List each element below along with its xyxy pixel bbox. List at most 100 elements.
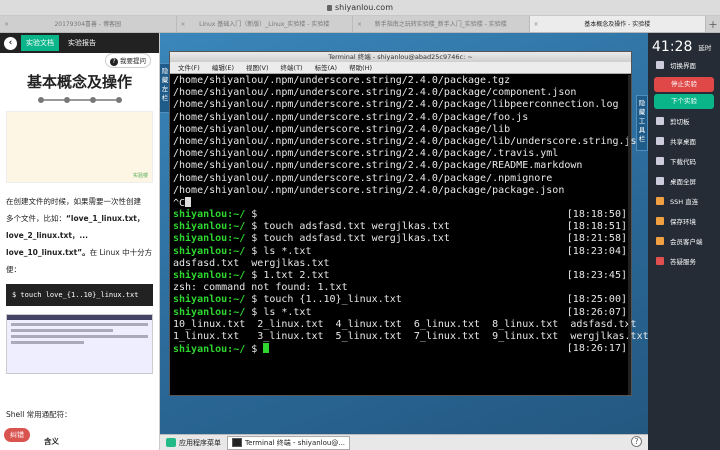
tab-report[interactable]: 实验报告 <box>63 35 101 51</box>
tool-item[interactable]: 保存环境 <box>648 211 720 231</box>
lock-icon <box>327 5 332 11</box>
url-text: shiyanlou.com <box>335 3 393 12</box>
close-icon[interactable]: × <box>357 16 362 32</box>
menu-view[interactable]: 视图(V) <box>246 62 269 73</box>
terminal-line: shiyanlou:~/ $ touch {1..10}_linux.txt [1… <box>173 294 627 306</box>
terminal-line: /home/shiyanlou/.npm/underscore.string/2… <box>173 87 577 99</box>
taskbar-terminal-button[interactable]: Terminal 终端 - shiyanlou@... <box>227 435 351 450</box>
close-icon[interactable]: × <box>534 16 539 32</box>
table-header: 含义 <box>44 437 59 446</box>
tool-icon <box>656 237 664 245</box>
menu-tabs[interactable]: 标签(A) <box>315 62 338 73</box>
tool-label: SSH 直连 <box>670 198 699 206</box>
terminal-line: ^C <box>173 196 631 209</box>
browser-tab-active[interactable]: × 基本概念及操作 - 实验楼 <box>529 16 706 32</box>
terminal-line: shiyanlou:~/ $ 1.txt 2.txt [18:23:45] <box>173 270 627 281</box>
tool-item[interactable]: 剪切板 <box>648 111 720 131</box>
prompt: shiyanlou:~/ <box>173 344 246 356</box>
terminal-title[interactable]: Terminal 终端 - shiyanlou@abad25c9746c: ~ <box>170 52 631 62</box>
menu-help[interactable]: 帮助(H) <box>349 62 372 73</box>
prompt: shiyanlou:~/ <box>173 294 246 306</box>
tool-label: 会员客户端 <box>670 238 703 246</box>
terminal-line: adsfasd.txt wergjlkas.txt <box>173 257 330 269</box>
terminal-output[interactable]: /home/shiyanlou/.npm/underscore.string/2… <box>173 75 648 395</box>
terminal-line: shiyanlou:~/ $ touch adsfasd.txt wergjlk… <box>173 221 627 233</box>
menu-terminal[interactable]: 终端(T) <box>281 62 303 73</box>
tool-label: 剪切板 <box>670 118 690 126</box>
tool-icon <box>656 157 664 165</box>
next-lab-button[interactable]: 下个实验 <box>654 94 714 109</box>
help-icon[interactable]: ? <box>631 436 642 447</box>
terminal-menu: 文件(F) 编辑(E) 视图(V) 终端(T) 标签(A) 帮助(H) <box>170 62 631 74</box>
ask-button[interactable]: ? 我要提问 <box>105 53 151 68</box>
terminal-line: 1_linux.txt 3_linux.txt 5_linux.txt 7_li… <box>173 330 648 342</box>
browser-tab[interactable]: × 20179304喜善 - 博客园 <box>0 16 177 32</box>
tool-label: 切换界面 <box>670 62 696 70</box>
hide-tools-toggle[interactable]: 隐藏工具栏 <box>636 95 648 151</box>
collapse-icon[interactable]: ‹ <box>4 36 17 50</box>
prompt: shiyanlou:~/ <box>173 270 246 281</box>
doc-nav: ‹ 实验文档 实验报告 <box>0 33 159 53</box>
command: touch adsfasd.txt wergjlkas.txt <box>263 233 450 245</box>
timestamp: [18:25:00] <box>566 294 627 306</box>
close-icon[interactable]: × <box>181 16 186 32</box>
address-bar[interactable]: shiyanlou.com <box>0 0 720 16</box>
timestamp: [18:26:07] <box>566 306 627 318</box>
report-error-button[interactable]: 纠错 <box>4 428 30 442</box>
prompt: shiyanlou:~/ <box>173 306 246 318</box>
prompt: shiyanlou:~/ <box>173 245 246 257</box>
tool-item[interactable]: 共享桌面 <box>648 131 720 151</box>
stop-lab-button[interactable]: 停止实验 <box>654 77 714 92</box>
apps-menu-button[interactable]: 应用程序菜单 <box>166 438 221 448</box>
section-heading: Shell 常用通配符： <box>6 410 72 419</box>
extend-time-button[interactable]: 延时 <box>698 42 711 52</box>
tool-icon <box>656 197 664 205</box>
terminal-line: shiyanlou:~/ $ [18:18:50] <box>173 209 627 221</box>
command: touch {1..10}_linux.txt <box>263 294 402 306</box>
tool-item[interactable]: 会员客户端 <box>648 231 720 251</box>
logo: 实验楼 <box>132 173 148 179</box>
lab-doc-panel: ‹ 实验文档 实验报告 ? 我要提问 基本概念及操作 实验楼 在创建文件的时候，如… <box>0 33 160 450</box>
terminal-line: /home/shiyanlou/.npm/underscore.string/2… <box>173 99 619 111</box>
apps-icon <box>166 438 176 447</box>
terminal-line: 10_linux.txt 2_linux.txt 4_linux.txt 6_l… <box>173 318 637 330</box>
terminal-line: zsh: command not found: 1.txt <box>173 282 348 294</box>
timestamp: [18:23:45] <box>566 270 627 281</box>
code-block: $ touch love_{1..10}_linux.txt <box>6 284 153 306</box>
terminal-window[interactable]: Terminal 终端 - shiyanlou@abad25c9746c: ~ … <box>169 51 648 396</box>
screenshot-image <box>6 314 153 374</box>
browser-tab[interactable]: × Linux 基础入门（新版）_Linux_实验楼 - 实验楼 <box>177 16 353 32</box>
tool-label: 答疑服务 <box>670 258 696 266</box>
prompt: shiyanlou:~/ <box>173 233 246 245</box>
lab-tools-panel: 41:28 延时 切换界面停止实验下个实验剪切板共享桌面下载代码桌面全屏 SSH 直… <box>648 33 720 450</box>
tool-item[interactable]: SSH 直连 <box>648 191 720 211</box>
terminal-line: /home/shiyanlou/.npm/underscore.string/2… <box>173 111 529 123</box>
prompt: shiyanlou:~/ <box>173 209 246 221</box>
tool-icon <box>656 217 664 225</box>
tool-icon <box>656 117 664 125</box>
terminal-line: /home/shiyanlou/.npm/underscore.string/2… <box>173 75 511 86</box>
tool-item[interactable]: 桌面全屏 <box>648 171 720 191</box>
timestamp: [18:18:50] <box>566 209 627 221</box>
terminal-scrollbar[interactable] <box>628 75 631 395</box>
tool-label: 下载代码 <box>670 158 696 166</box>
terminal-line: /home/shiyanlou/.npm/underscore.string/2… <box>173 172 553 184</box>
remote-desktop[interactable]: 隐藏左栏 隐藏工具栏 Terminal 终端 - shiyanlou@abad2… <box>160 33 648 450</box>
timestamp: [18:26:17] <box>566 343 627 355</box>
browser-tab[interactable]: × 新手指南之玩转实验楼_新手入门_实验楼 - 实验楼 <box>353 16 530 32</box>
timer: 41:28 延时 <box>652 39 712 55</box>
command: ls *.txt <box>263 306 312 318</box>
tab-doc[interactable]: 实验文档 <box>21 35 59 51</box>
terminal-line: shiyanlou:~/ $ ls *.txt [18:26:07] <box>173 306 627 318</box>
tool-item[interactable]: 切换界面 <box>648 55 720 75</box>
close-icon[interactable]: × <box>4 16 9 32</box>
menu-file[interactable]: 文件(F) <box>178 62 200 73</box>
menu-edit[interactable]: 编辑(E) <box>212 62 234 73</box>
page-title: 基本概念及操作 <box>26 73 132 91</box>
tool-item[interactable]: 下载代码 <box>648 151 720 171</box>
command: ls *.txt <box>263 245 312 257</box>
tool-item[interactable]: 答疑服务 <box>648 251 720 271</box>
cursor <box>185 196 192 207</box>
terminal-icon <box>232 438 242 447</box>
new-tab-button[interactable]: + <box>706 16 720 32</box>
